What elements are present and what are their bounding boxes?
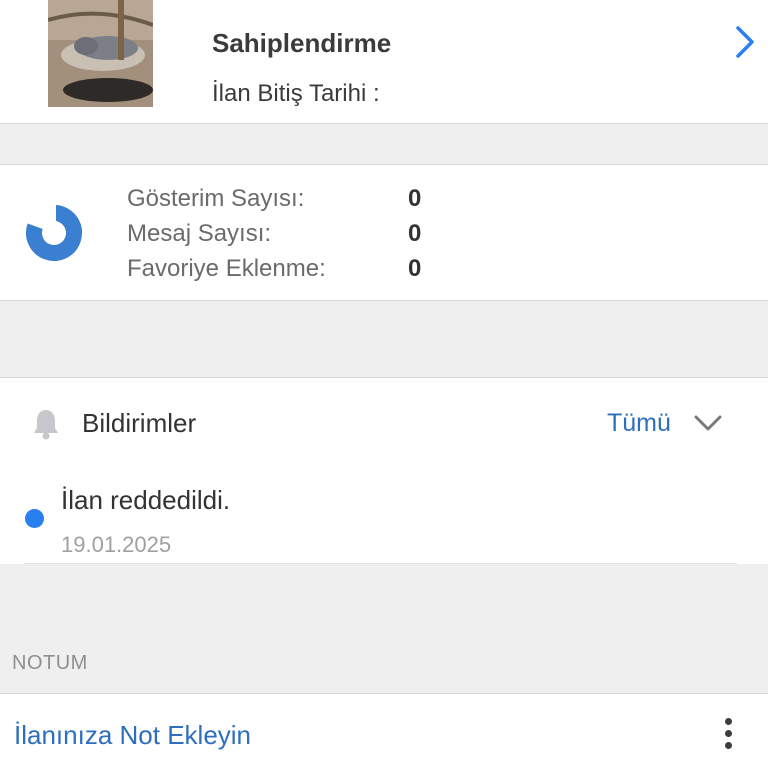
add-note-button[interactable]: İlanınıza Not Ekleyin <box>14 720 251 751</box>
stat-value-impressions: 0 <box>408 185 422 212</box>
listing-end-date: İlan Bitiş Tarihi : <box>212 80 380 107</box>
notes-card: İlanınıza Not Ekleyin <box>0 693 768 769</box>
stats-card: Gösterim Sayısı: 0 Mesaj Sayısı: 0 Favor… <box>0 164 768 301</box>
stat-value-favorites: 0 <box>408 255 422 282</box>
listing-title: Sahiplendirme <box>212 28 392 58</box>
stat-value-messages: 0 <box>408 220 422 247</box>
more-vertical-icon[interactable] <box>718 718 738 754</box>
chevron-down-icon[interactable] <box>690 410 726 438</box>
divider <box>24 563 737 564</box>
listing-card[interactable]: Sahiplendirme İlan Bitiş Tarihi : <box>0 0 768 124</box>
notifications-title: Bildirimler <box>82 408 197 438</box>
notifications-header: Bildirimler Tümü <box>0 377 768 471</box>
stat-label-messages: Mesaj Sayısı: <box>127 220 272 247</box>
stat-label-favorites: Favoriye Eklenme: <box>127 255 326 282</box>
chevron-right-icon[interactable] <box>728 22 762 62</box>
notification-text: İlan reddedildi. <box>61 485 231 515</box>
notification-date: 19.01.2025 <box>61 532 172 557</box>
stat-label-impressions: Gösterim Sayısı: <box>127 185 305 212</box>
listing-thumbnail <box>48 0 153 107</box>
pie-chart-icon <box>24 203 84 263</box>
notification-item[interactable]: İlan reddedildi. 19.01.2025 <box>0 470 768 564</box>
unread-dot-icon <box>25 509 44 528</box>
notes-section-header: NOTUM <box>12 652 88 674</box>
notifications-filter-button[interactable]: Tümü <box>607 409 671 438</box>
bell-icon <box>32 408 60 440</box>
